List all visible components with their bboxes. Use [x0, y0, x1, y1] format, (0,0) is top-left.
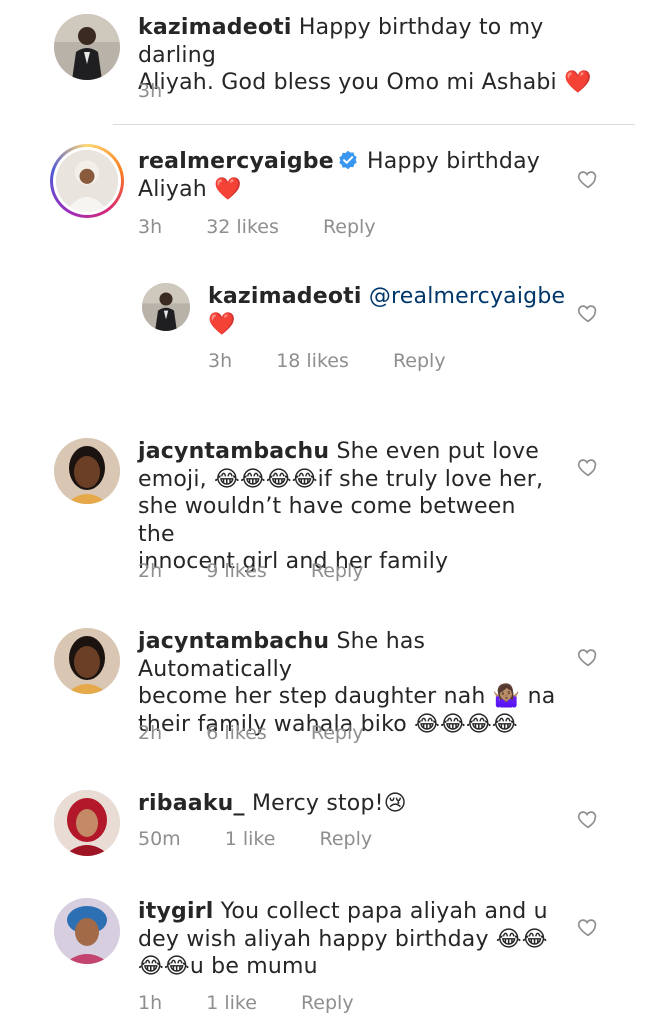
username[interactable]: jacyntambachu: [138, 439, 329, 464]
avatar-man-suit: [142, 283, 190, 331]
likes-count[interactable]: 6 likes: [206, 722, 267, 744]
timestamp: 2h: [138, 722, 163, 744]
reply-button[interactable]: Reply: [319, 828, 372, 850]
timestamp: 1h: [138, 992, 163, 1014]
avatar-woman-headwrap: [54, 898, 120, 964]
avatar[interactable]: [54, 790, 120, 856]
reply-button[interactable]: Reply: [323, 216, 376, 238]
avatar[interactable]: [54, 438, 120, 504]
shrug-emoji: 🤷🏽‍♀️: [492, 684, 521, 709]
avatar-woman: [54, 438, 120, 504]
likes-count[interactable]: 9 likes: [206, 560, 267, 582]
avatar-woman-red-scarf: [54, 790, 120, 856]
likes-count[interactable]: 1 like: [225, 828, 276, 850]
reply-button[interactable]: Reply: [311, 722, 364, 744]
crying-emoji: 😢: [383, 791, 407, 816]
username[interactable]: realmercyaigbe: [138, 149, 334, 174]
timestamp: 50m: [138, 828, 181, 850]
reply-button[interactable]: Reply: [311, 560, 364, 582]
comment-meta: 2h 6 likes Reply: [138, 722, 363, 744]
avatar[interactable]: [54, 14, 120, 80]
like-heart-icon[interactable]: [577, 808, 599, 830]
avatar[interactable]: [142, 283, 190, 331]
comment-text: if she truly love her,: [317, 466, 544, 492]
comment-text: You collect papa aliyah and u: [220, 899, 548, 924]
comment-text: dey wish aliyah happy birthday: [138, 926, 489, 952]
mention-link[interactable]: @realmercyaigbe: [369, 284, 565, 309]
avatar-man-suit: [54, 14, 120, 80]
like-heart-icon[interactable]: [577, 646, 599, 668]
comment-meta: 50m 1 like Reply: [138, 828, 372, 850]
verified-badge-icon: [339, 150, 357, 170]
like-heart-icon[interactable]: [577, 302, 599, 324]
comment-meta: 3h 32 likes Reply: [138, 216, 376, 238]
story-ring[interactable]: [50, 144, 124, 218]
comment-meta: 3h: [138, 80, 162, 102]
timestamp: 2h: [138, 560, 163, 582]
avatar[interactable]: [54, 628, 120, 694]
comment-text: u be mumu: [189, 954, 318, 979]
like-heart-icon[interactable]: [577, 916, 599, 938]
comment-meta: 1h 1 like Reply: [138, 992, 354, 1014]
likes-count[interactable]: 1 like: [206, 992, 257, 1014]
avatar: [56, 150, 118, 212]
red-heart-emoji: ❤️: [208, 311, 236, 337]
red-heart-emoji: ❤️: [564, 70, 592, 95]
avatar-woman-white: [56, 150, 118, 212]
reply-button[interactable]: Reply: [301, 992, 354, 1014]
timestamp: 3h: [208, 350, 233, 372]
username[interactable]: jacyntambachu: [138, 629, 329, 654]
comment-text: Mercy stop!: [251, 791, 384, 816]
comment-text: become her step daughter nah: [138, 684, 486, 709]
comment-text: she wouldn’t have come between the: [138, 494, 516, 547]
comment-text: emoji,: [138, 466, 207, 492]
comment-text: na: [527, 684, 556, 709]
like-heart-icon[interactable]: [577, 168, 599, 190]
comment-text: Happy birthday: [367, 149, 540, 174]
laughing-emoji: 😂😂😂😂: [214, 466, 318, 492]
timestamp: 3h: [138, 216, 163, 238]
avatar[interactable]: [54, 898, 120, 964]
username[interactable]: ribaaku_: [138, 791, 245, 816]
avatar-woman: [54, 628, 120, 694]
red-heart-emoji: ❤️: [214, 176, 242, 202]
divider: [113, 124, 635, 125]
like-heart-icon[interactable]: [577, 456, 599, 478]
likes-count[interactable]: 18 likes: [276, 350, 349, 372]
username[interactable]: itygirl: [138, 899, 213, 924]
comment-text: Aliyah: [138, 176, 207, 202]
comment-text: She even put love: [336, 439, 540, 464]
comments-feed: kazimadeoti Happy birthday to my darling…: [0, 0, 663, 1024]
laughing-emoji: 😂😂: [495, 926, 548, 952]
comment-meta: 2h 9 likes Reply: [138, 560, 363, 582]
reply-button[interactable]: Reply: [393, 350, 446, 372]
username[interactable]: kazimadeoti: [138, 15, 292, 40]
username[interactable]: kazimadeoti: [208, 284, 362, 309]
laughing-emoji: 😂😂: [138, 954, 190, 979]
timestamp: 3h: [138, 80, 163, 102]
laughing-emoji: 😂😂😂😂: [414, 711, 518, 737]
likes-count[interactable]: 32 likes: [206, 216, 279, 238]
comment-meta: 3h 18 likes Reply: [208, 350, 446, 372]
comment-text: Aliyah. God bless you Omo mi Ashabi: [138, 70, 557, 95]
